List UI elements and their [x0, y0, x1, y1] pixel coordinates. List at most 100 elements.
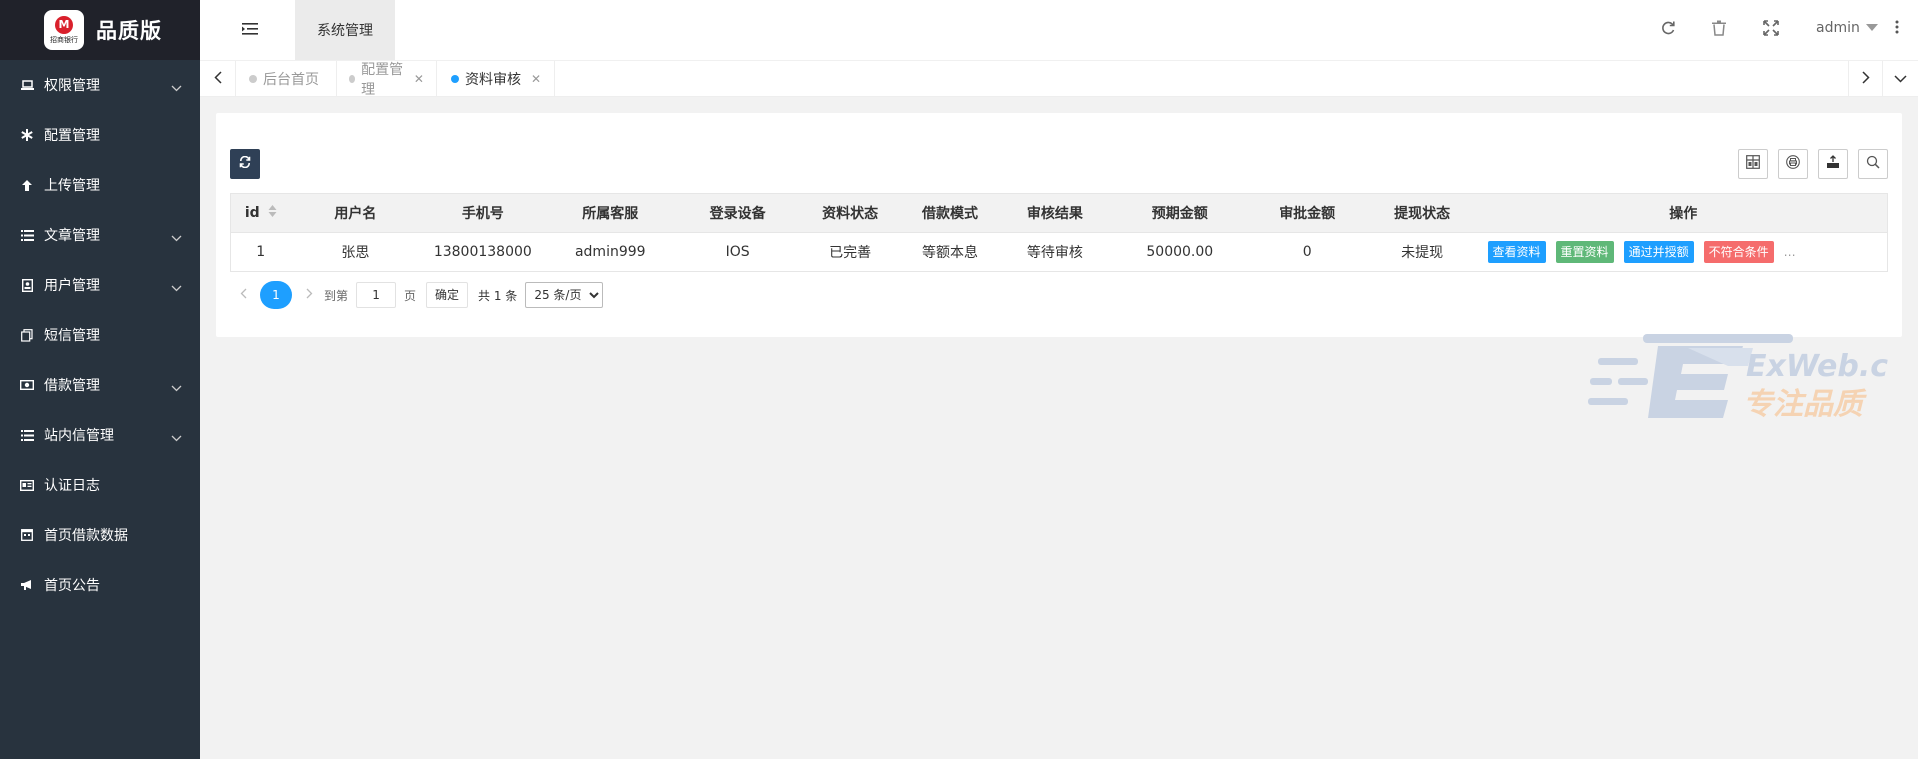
tab-home[interactable]: 后台首页 — [237, 61, 337, 97]
sidebar-item-home-loan-data[interactable]: 首页借款数据 — [0, 510, 200, 560]
goto-label: 到第 — [324, 288, 349, 303]
watermark-text-1: ExWeb.cc — [1746, 349, 1888, 384]
tab-dot — [249, 75, 257, 83]
columns-filter-button[interactable] — [1738, 149, 1768, 179]
logo-mark: M — [55, 15, 73, 34]
content-card: id 用户名 手机号 所属客服 登录设备 资料状态 借款模式 审核结果 预期金额… — [216, 113, 1902, 337]
column-header-id[interactable]: id — [230, 193, 291, 233]
cell-loan-mode: 等额本息 — [900, 232, 1000, 272]
more-vertical-icon[interactable] — [1895, 20, 1899, 38]
tab-options-button[interactable] — [1882, 61, 1918, 97]
chevron-down-icon — [171, 280, 182, 296]
refresh-icon[interactable] — [1660, 20, 1676, 40]
column-header-phone: 手机号 — [420, 193, 546, 233]
sidebar-item-label: 上传管理 — [44, 178, 100, 194]
tab-dot-active — [451, 75, 459, 83]
sidebar-item-config[interactable]: 配置管理 — [0, 110, 200, 160]
sidebar-item-label: 配置管理 — [44, 128, 100, 144]
sidebar-item-users[interactable]: 用户管理 — [0, 260, 200, 310]
sidebar-item-label: 首页借款数据 — [44, 528, 128, 544]
sidebar-item-permissions[interactable]: 权限管理 — [0, 60, 200, 110]
reject-button[interactable]: 不符合条件 — [1703, 241, 1774, 263]
cell-withdraw-status: 未提现 — [1364, 232, 1480, 272]
chevron-down-icon — [171, 380, 182, 396]
table-row: 1 张思 13800138000 admin999 IOS 已完善 等额本息 等… — [230, 232, 1888, 272]
column-header-expected-amount: 预期金额 — [1109, 193, 1250, 233]
prev-page-icon[interactable] — [230, 288, 256, 302]
total-count: 共 1 条 — [478, 288, 518, 303]
sidebar-item-upload[interactable]: 上传管理 — [0, 160, 200, 210]
sidebar-item-label: 借款管理 — [44, 378, 100, 394]
sidebar-item-announcements[interactable]: 首页公告 — [0, 560, 200, 610]
id-card-icon — [20, 479, 34, 491]
sidebar-item-label: 权限管理 — [44, 78, 100, 94]
view-data-button[interactable]: 查看资料 — [1487, 241, 1546, 263]
pagination: 1 到第 页 确定 共 1 条 25 条/页 — [230, 280, 604, 310]
caret-down-icon — [1865, 20, 1878, 36]
search-icon — [1866, 155, 1880, 173]
tab-dot — [349, 75, 356, 83]
close-icon[interactable]: ✕ — [531, 72, 541, 86]
menu-toggle-icon[interactable] — [242, 22, 258, 40]
tab-scroll-left-button[interactable] — [200, 61, 236, 97]
column-header-device: 登录设备 — [675, 193, 801, 233]
sidebar: M 招商银行 品质版 权限管理 配置管理 上传管理 文章管理 用户管理 短信管理… — [0, 0, 200, 759]
reset-data-button[interactable]: 重置资料 — [1555, 241, 1614, 263]
tab-scroll-right-button[interactable] — [1848, 61, 1882, 97]
goto-confirm-button[interactable]: 确定 — [426, 282, 469, 308]
trash-icon[interactable] — [1712, 20, 1726, 40]
refresh-icon — [239, 155, 251, 172]
close-icon[interactable]: ✕ — [414, 72, 424, 86]
approve-and-grant-button[interactable]: 通过并授额 — [1623, 241, 1694, 263]
cell-data-status: 已完善 — [800, 232, 901, 272]
sidebar-item-articles[interactable]: 文章管理 — [0, 210, 200, 260]
export-button[interactable] — [1818, 149, 1848, 179]
goto-page-input[interactable] — [356, 282, 397, 308]
column-header-agent: 所属客服 — [545, 193, 676, 233]
sidebar-menu: 权限管理 配置管理 上传管理 文章管理 用户管理 短信管理 借款管理 站内信管理… — [0, 60, 200, 610]
sidebar-item-auth-log[interactable]: 认证日志 — [0, 460, 200, 510]
more-actions[interactable]: … — [1784, 245, 1796, 259]
cell-approved-amount: 0 — [1249, 232, 1365, 272]
table-refresh-button[interactable] — [230, 149, 260, 179]
tab-config[interactable]: 配置管理 ✕ — [337, 61, 437, 98]
cell-device: IOS — [675, 232, 801, 272]
search-button[interactable] — [1858, 149, 1888, 179]
sidebar-item-label: 短信管理 — [44, 328, 100, 344]
list-icon — [20, 229, 34, 241]
column-header-approved-amount: 审批金额 — [1249, 193, 1365, 233]
fullscreen-icon[interactable] — [1763, 20, 1779, 40]
sidebar-item-sms[interactable]: 短信管理 — [0, 310, 200, 360]
cell-id: 1 — [230, 232, 291, 272]
copy-icon — [20, 328, 34, 342]
sort-icon[interactable] — [268, 204, 277, 222]
tab-data-review[interactable]: 资料审核 ✕ — [437, 61, 555, 97]
laptop-icon — [20, 79, 34, 91]
list-icon — [20, 429, 34, 441]
page-size-select[interactable]: 25 条/页 — [525, 282, 604, 308]
arrow-up-icon — [20, 179, 34, 192]
chevron-left-icon — [213, 70, 222, 88]
username-label: admin — [1816, 20, 1860, 36]
sidebar-item-messages[interactable]: 站内信管理 — [0, 410, 200, 460]
watermark-text-2: 专注品质 — [1743, 387, 1867, 422]
cell-agent: admin999 — [545, 232, 676, 272]
tab-label: 后台首页 — [263, 72, 319, 88]
top-header: 系统管理 admin — [200, 0, 1918, 60]
column-header-data-status: 资料状态 — [800, 193, 901, 233]
sidebar-item-loans[interactable]: 借款管理 — [0, 360, 200, 410]
current-page[interactable]: 1 — [260, 281, 292, 309]
tab-label: 配置管理 — [361, 62, 404, 98]
cell-expected-amount: 50000.00 — [1109, 232, 1250, 272]
system-management-tab[interactable]: 系统管理 — [295, 0, 395, 60]
user-menu[interactable]: admin — [1816, 20, 1878, 36]
print-button[interactable] — [1778, 149, 1808, 179]
column-header-username: 用户名 — [290, 193, 421, 233]
tab-bar: 后台首页 配置管理 ✕ 资料审核 ✕ — [200, 60, 1918, 98]
next-page-icon[interactable] — [296, 288, 322, 302]
sidebar-item-label: 认证日志 — [44, 478, 100, 494]
brand-logo: M 招商银行 — [44, 10, 84, 50]
column-header-actions: 操作 — [1479, 193, 1888, 233]
sidebar-item-label: 首页公告 — [44, 578, 100, 594]
chevron-down-icon — [171, 230, 182, 246]
